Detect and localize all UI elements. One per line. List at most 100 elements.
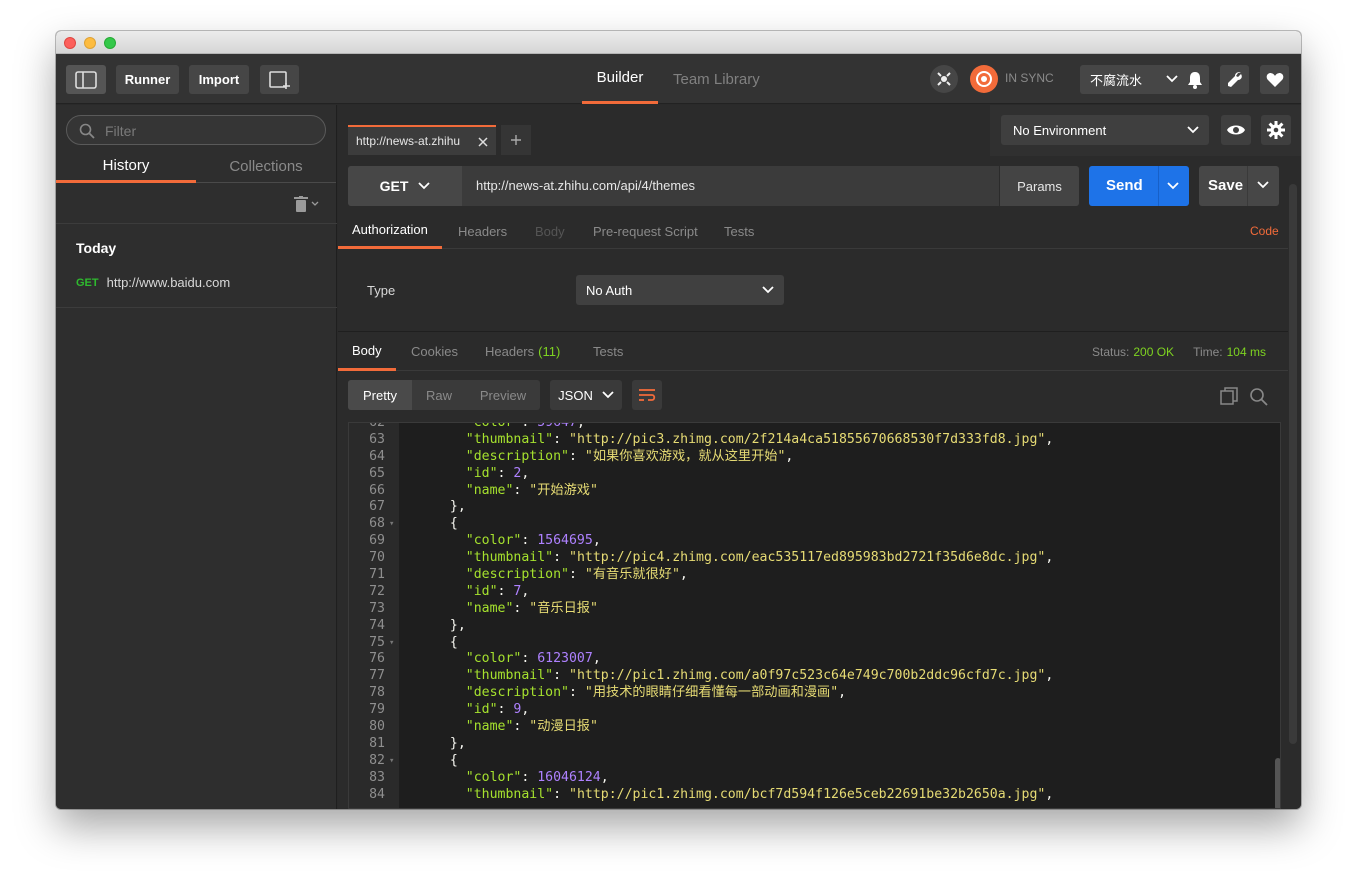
tab-body[interactable]: Body bbox=[535, 213, 565, 249]
divider bbox=[1158, 166, 1159, 206]
code-line: 71 "description": "有音乐就很好", bbox=[349, 567, 688, 584]
environment-quick-look-button[interactable] bbox=[1221, 115, 1251, 145]
interceptor-button[interactable] bbox=[930, 65, 958, 93]
tab-response-body[interactable]: Body bbox=[338, 332, 396, 371]
tab-history[interactable]: History bbox=[56, 151, 196, 183]
fold-toggle-icon[interactable]: ▾ bbox=[389, 753, 394, 770]
copy-icon bbox=[1220, 387, 1238, 405]
top-toolbar: Runner Import Builder Team Library IN SY… bbox=[56, 54, 1301, 104]
line-number: 83 bbox=[369, 769, 385, 785]
new-window-icon bbox=[268, 70, 290, 89]
method-select[interactable]: GET bbox=[348, 166, 462, 206]
url-input[interactable]: http://news-at.zhihu.com/api/4/themes bbox=[476, 178, 695, 193]
filter-placeholder: Filter bbox=[105, 123, 137, 139]
code-line: 68 ▾ { bbox=[349, 516, 458, 533]
delete-history-button[interactable] bbox=[294, 196, 319, 212]
notifications-button[interactable] bbox=[1180, 65, 1209, 94]
code-link[interactable]: Code bbox=[1250, 213, 1279, 249]
divider bbox=[56, 307, 337, 308]
wrench-icon bbox=[1227, 71, 1242, 87]
code-lines: 62 "color": 59647, 63 "thumbnail": "http:… bbox=[349, 423, 1053, 804]
auth-type-select[interactable]: No Auth bbox=[576, 275, 784, 305]
save-button[interactable]: Save bbox=[1199, 166, 1279, 206]
import-button[interactable]: Import bbox=[189, 65, 249, 94]
favorite-button[interactable] bbox=[1260, 65, 1289, 94]
history-item[interactable]: GET http://www.baidu.com bbox=[76, 275, 230, 290]
view-preview-button[interactable]: Preview bbox=[466, 380, 540, 410]
code-text: "thumbnail": "http://pic1.zhimg.com/bcf7… bbox=[465, 786, 1054, 802]
search-icon bbox=[1250, 388, 1268, 406]
tab-pre-request-script[interactable]: Pre-request Script bbox=[593, 213, 698, 249]
view-pretty-button[interactable]: Pretty bbox=[348, 380, 412, 410]
tab-headers[interactable]: Headers bbox=[458, 213, 507, 249]
settings-wrench-button[interactable] bbox=[1220, 65, 1249, 94]
runner-button[interactable]: Runner bbox=[116, 65, 179, 94]
sync-status-button[interactable] bbox=[970, 65, 998, 93]
auth-type-value: No Auth bbox=[586, 282, 633, 298]
fold-toggle-icon[interactable]: ▾ bbox=[389, 516, 394, 533]
manage-environments-button[interactable] bbox=[1261, 115, 1291, 145]
title-bar bbox=[56, 31, 1301, 54]
params-button[interactable]: Params bbox=[999, 166, 1079, 206]
environment-select[interactable]: No Environment bbox=[1001, 115, 1209, 145]
tab-collections[interactable]: Collections bbox=[196, 151, 336, 183]
code-text: "color": 6123007, bbox=[465, 651, 601, 667]
response-body-editor[interactable]: 62 "color": 59647, 63 "thumbnail": "http:… bbox=[348, 422, 1281, 809]
auth-type-label: Type bbox=[367, 283, 396, 298]
request-tab[interactable]: http://news-at.zhihu bbox=[348, 125, 496, 155]
minimize-window-button[interactable] bbox=[84, 37, 96, 49]
save-label: Save bbox=[1208, 177, 1244, 194]
panel-scrollbar[interactable] bbox=[1289, 184, 1297, 744]
fold-toggle-icon[interactable]: ▾ bbox=[389, 635, 394, 652]
tab-builder[interactable]: Builder bbox=[582, 54, 658, 104]
editor-scrollbar[interactable] bbox=[1275, 758, 1280, 808]
line-number: 69 bbox=[369, 533, 385, 549]
tab-response-headers-label: Headers bbox=[485, 344, 535, 359]
filter-input[interactable]: Filter bbox=[66, 115, 326, 145]
copy-button[interactable] bbox=[1220, 387, 1238, 410]
code-line: 84 "thumbnail": "http://pic1.zhimg.com/b… bbox=[349, 787, 1053, 804]
line-number: 65 bbox=[369, 465, 385, 481]
code-text: }, bbox=[434, 617, 466, 633]
code-text: { bbox=[434, 516, 458, 532]
time-label: Time: bbox=[1193, 344, 1223, 359]
chevron-down-icon bbox=[418, 182, 431, 190]
tab-tests[interactable]: Tests bbox=[724, 213, 754, 249]
tab-response-tests[interactable]: Tests bbox=[593, 332, 623, 371]
close-tab-icon[interactable] bbox=[478, 137, 488, 147]
code-line: 76 "color": 6123007, bbox=[349, 651, 601, 668]
add-tab-button[interactable] bbox=[501, 125, 531, 155]
format-select[interactable]: JSON bbox=[550, 380, 622, 410]
history-group-label: Today bbox=[76, 240, 117, 256]
authorization-panel: Type No Auth bbox=[338, 250, 1288, 330]
trash-icon bbox=[294, 196, 308, 212]
code-line: 75 ▾ { bbox=[349, 635, 458, 652]
new-window-button[interactable] bbox=[260, 65, 299, 94]
user-menu[interactable]: 不腐流水 bbox=[1080, 65, 1188, 94]
code-line: 81 }, bbox=[349, 736, 466, 753]
send-button[interactable]: Send bbox=[1089, 166, 1189, 206]
tab-authorization[interactable]: Authorization bbox=[338, 213, 442, 249]
tab-response-headers[interactable]: Headers (11) bbox=[485, 332, 560, 371]
code-text: "thumbnail": "http://pic4.zhimg.com/eac5… bbox=[465, 550, 1054, 566]
wrap-lines-button[interactable] bbox=[632, 380, 662, 410]
line-number: 76 bbox=[369, 651, 385, 667]
tab-cookies[interactable]: Cookies bbox=[411, 332, 458, 371]
code-line: 67 }, bbox=[349, 499, 466, 516]
sidebar-toggle-button[interactable] bbox=[66, 65, 106, 94]
tab-team-library[interactable]: Team Library bbox=[673, 54, 760, 104]
chevron-down-icon[interactable] bbox=[1167, 181, 1179, 191]
view-mode-group: Pretty Raw Preview bbox=[348, 380, 540, 410]
code-line: 69 "color": 1564695, bbox=[349, 533, 601, 550]
search-response-button[interactable] bbox=[1249, 387, 1268, 411]
headers-count: (11) bbox=[538, 344, 561, 359]
line-number: 66 bbox=[369, 482, 385, 498]
zoom-window-button[interactable] bbox=[104, 37, 116, 49]
chevron-down-icon[interactable] bbox=[1257, 180, 1269, 190]
code-text: "color": 1564695, bbox=[465, 533, 601, 549]
view-raw-button[interactable]: Raw bbox=[412, 380, 466, 410]
line-number: 73 bbox=[369, 600, 385, 616]
code-line: 62 "color": 59647, bbox=[349, 423, 585, 432]
line-number: 80 bbox=[369, 719, 385, 735]
close-window-button[interactable] bbox=[64, 37, 76, 49]
